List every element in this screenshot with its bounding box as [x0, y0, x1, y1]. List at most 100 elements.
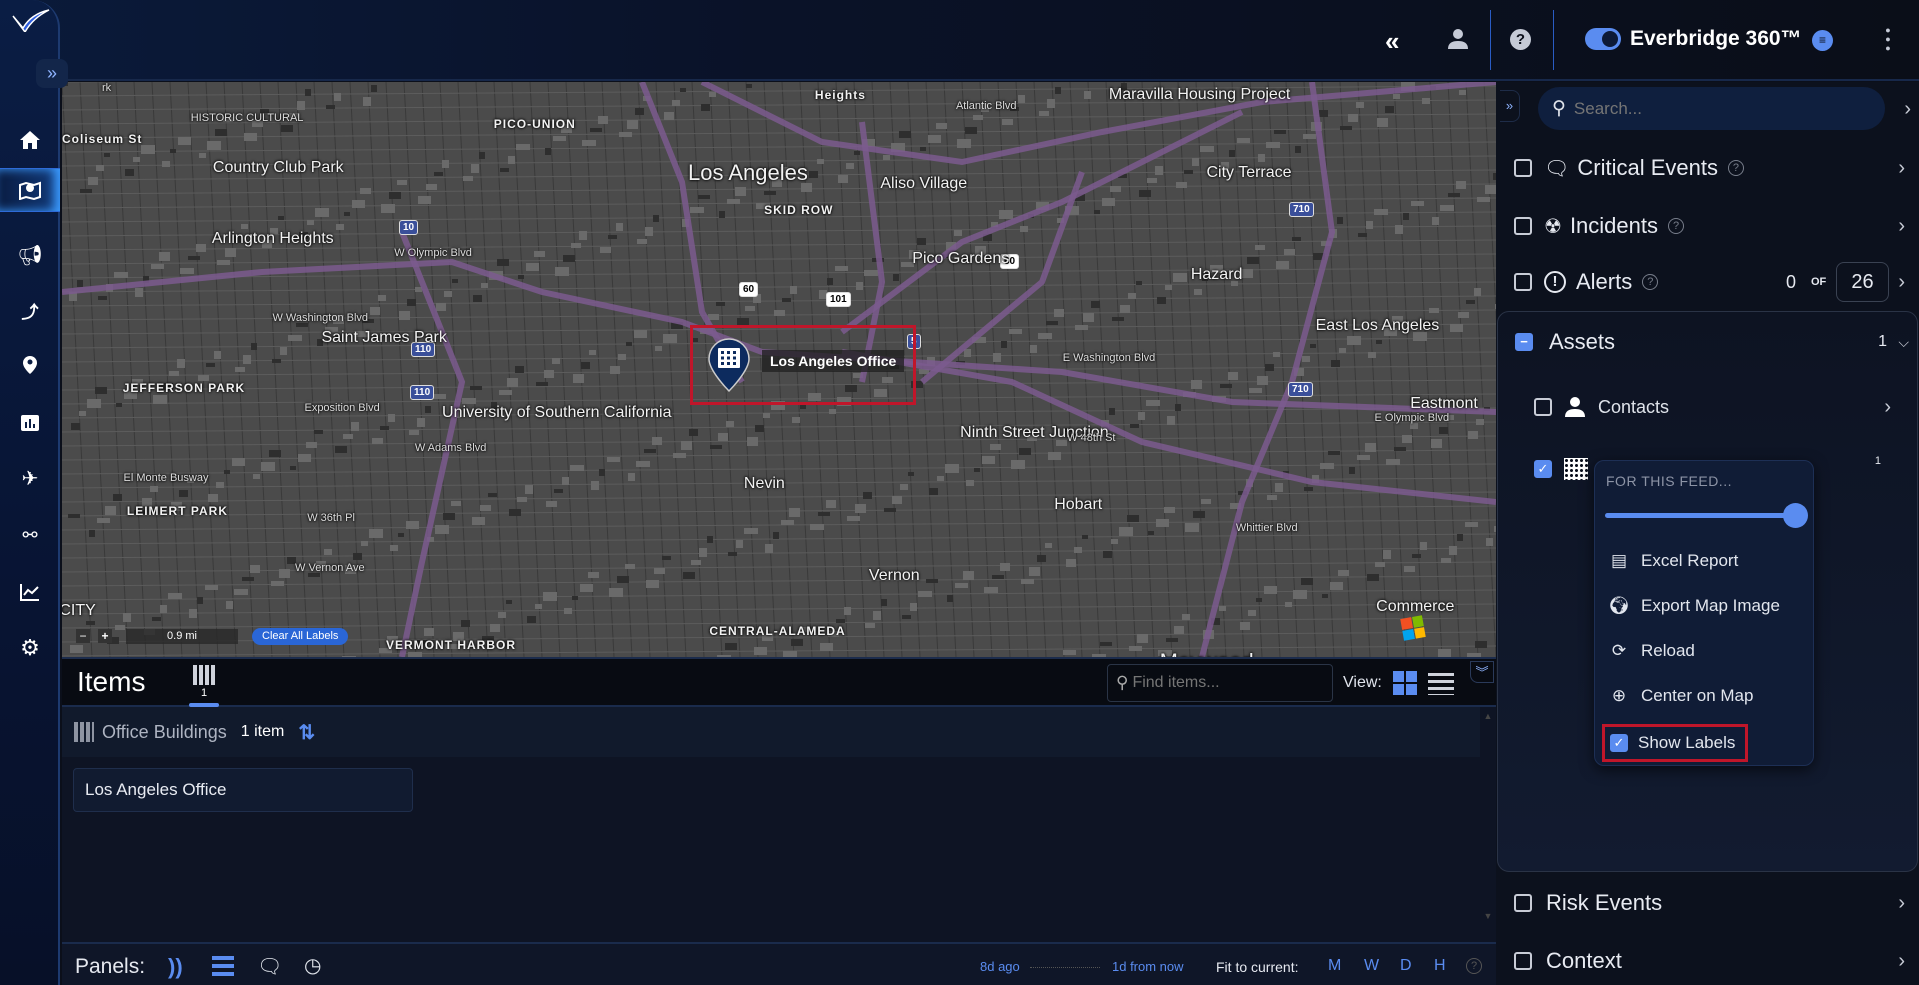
help-icon[interactable]: ? — [1642, 274, 1659, 290]
sidebar-item-travel[interactable]: ✈ — [15, 463, 45, 493]
item-card[interactable]: Los Angeles Office — [73, 768, 413, 812]
collapse-panel-button[interactable]: ︾ — [1470, 661, 1494, 683]
map-label: -CITY — [62, 602, 96, 619]
list-icon[interactable] — [212, 956, 234, 976]
sidebar-item-map[interactable] — [0, 168, 60, 212]
time-start[interactable]: 8d ago — [980, 959, 1020, 974]
globe-export-icon: 🌍︎ — [1608, 596, 1630, 615]
chevron-right-icon[interactable]: › — [1898, 215, 1905, 238]
map-label: Arlington Heights — [211, 230, 334, 247]
alerts-total-button[interactable]: 26 — [1836, 262, 1889, 302]
layer-alerts[interactable]: ! Alerts ? 0 OF 26 › — [1496, 262, 1919, 302]
map-view[interactable]: 10 110 110 60 101 5 710 710 60 Los Angeles Country… — [62, 82, 1496, 657]
chevron-right-icon[interactable]: › — [1884, 396, 1891, 419]
sidebar-item-integrations[interactable]: ⚯ — [15, 520, 45, 550]
map-label: Heights — [814, 88, 866, 102]
layer-context[interactable]: Context › — [1496, 941, 1919, 981]
layer-contacts[interactable]: Contacts › — [1498, 387, 1917, 427]
map-label: SKID ROW — [764, 203, 834, 217]
opacity-slider-thumb[interactable] — [1783, 503, 1808, 528]
fit-hour-button[interactable]: H — [1434, 957, 1446, 975]
sidebar-item-location[interactable] — [15, 350, 45, 380]
clear-all-labels-button[interactable]: Clear All Labels — [252, 628, 349, 645]
user-icon[interactable] — [1447, 28, 1469, 50]
zoom-in-button[interactable]: + — [98, 629, 112, 643]
timeline-icon[interactable]: ◷ — [304, 953, 321, 978]
layer-risk-events[interactable]: Risk Events › — [1496, 883, 1919, 923]
chevron-right-icon[interactable]: › — [1898, 950, 1905, 973]
checkbox[interactable] — [1514, 894, 1532, 912]
help-icon[interactable]: ? — [1668, 218, 1684, 234]
collapse-double-left-icon[interactable]: « — [1385, 26, 1399, 57]
map-label: Aliso Village — [880, 175, 968, 192]
map-label: JEFFERSON PARK — [122, 381, 246, 395]
kebab-menu-icon[interactable]: ● ● ● — [1884, 26, 1892, 53]
chat-icon[interactable]: ≡ — [1812, 30, 1833, 51]
sidebar-item-travel-route[interactable]: ⤴ — [15, 295, 45, 325]
asset-marker[interactable] — [707, 337, 751, 393]
group-name: Office Buildings — [102, 721, 227, 742]
map-label: Nevin — [743, 475, 785, 492]
sidebar-item-reports[interactable] — [15, 408, 45, 438]
search-input[interactable]: ⚲ — [1538, 87, 1885, 130]
checkbox[interactable] — [1514, 159, 1532, 177]
menu-item-show-labels[interactable]: ✓ Show Labels — [1602, 724, 1749, 762]
sidebar-item-settings[interactable]: ⚙ — [15, 633, 45, 663]
timeline-track[interactable] — [1030, 967, 1100, 968]
map-label: Exposition Blvd — [304, 402, 380, 414]
find-items-field[interactable] — [1132, 674, 1313, 692]
layer-assets[interactable]: − Assets 1 ⌵ — [1498, 322, 1917, 362]
checkbox[interactable] — [1514, 273, 1532, 291]
scrollbar[interactable]: ▲ ▼ — [1482, 711, 1494, 931]
chevron-right-icon[interactable]: › — [1898, 892, 1905, 915]
top-bar: « ? Everbridge 360™ ≡ ● ● ● — [0, 0, 1919, 81]
person-icon — [1565, 397, 1585, 417]
list-view-icon[interactable] — [1428, 673, 1454, 695]
time-end[interactable]: 1d from now — [1112, 959, 1184, 974]
chevron-right-icon[interactable]: › — [1898, 157, 1905, 180]
sidebar-item-communications[interactable]: 📢︎ — [15, 240, 45, 270]
everbridge-360-toggle[interactable] — [1585, 28, 1621, 50]
checkbox[interactable] — [1534, 398, 1552, 416]
search-field[interactable] — [1573, 98, 1854, 119]
critical-events-panel-icon[interactable]: 🗨︎ — [257, 954, 282, 979]
sort-icon[interactable]: ⇅ — [298, 720, 315, 745]
checkbox[interactable] — [1514, 952, 1532, 970]
alerts-shown: 0 — [1786, 271, 1797, 292]
fit-day-button[interactable]: D — [1400, 957, 1412, 975]
tab-count: 1 — [200, 687, 208, 699]
checkbox-partial[interactable]: − — [1515, 333, 1533, 351]
excel-report-icon: ▤ — [1610, 551, 1628, 570]
grid-view-icon[interactable] — [1393, 671, 1417, 695]
menu-item-reload[interactable]: ⟳ Reload — [1607, 636, 1695, 666]
help-icon[interactable]: ? — [1466, 958, 1482, 974]
checkbox-checked[interactable]: ✓ — [1534, 460, 1552, 478]
menu-item-export-map-image[interactable]: 🌍︎ Export Map Image — [1607, 591, 1780, 621]
layer-critical-events[interactable]: 🗨︎ Critical Events ? › — [1496, 148, 1919, 188]
show-labels-checkbox[interactable]: ✓ — [1610, 734, 1628, 752]
zoom-out-button[interactable]: − — [76, 629, 90, 643]
feed-icon[interactable]: )) — [168, 954, 183, 980]
chevron-down-icon[interactable]: ⌵ — [1898, 334, 1909, 351]
office-building-icon — [1564, 458, 1588, 480]
sidebar-item-analytics[interactable] — [15, 577, 45, 607]
opacity-slider[interactable] — [1605, 513, 1805, 518]
help-icon[interactable]: ? — [1510, 29, 1531, 50]
bar-chart-icon — [21, 415, 39, 431]
fit-week-button[interactable]: W — [1364, 957, 1379, 975]
fit-month-button[interactable]: M — [1328, 957, 1341, 975]
chevron-right-icon[interactable]: › — [1898, 271, 1905, 294]
find-items-input[interactable]: ⚲ — [1107, 664, 1333, 702]
help-icon[interactable]: ? — [1727, 160, 1744, 176]
chevron-right-icon[interactable]: › — [1904, 98, 1911, 121]
tab-office-buildings[interactable]: 1 — [188, 665, 220, 707]
map-label: Country Club Park — [212, 159, 344, 176]
expand-sidebar-button[interactable]: » — [36, 59, 68, 88]
layer-incidents[interactable]: ☢︎ Incidents ? › — [1496, 206, 1919, 246]
menu-item-center-on-map[interactable]: ⊕ Center on Map — [1607, 681, 1754, 711]
menu-item-excel-report[interactable]: ▤ Excel Report — [1607, 546, 1738, 576]
office-count: 1 — [1874, 455, 1881, 467]
sidebar-item-home[interactable] — [15, 125, 45, 155]
expand-panel-button[interactable]: » — [1500, 90, 1520, 122]
checkbox[interactable] — [1514, 217, 1532, 235]
